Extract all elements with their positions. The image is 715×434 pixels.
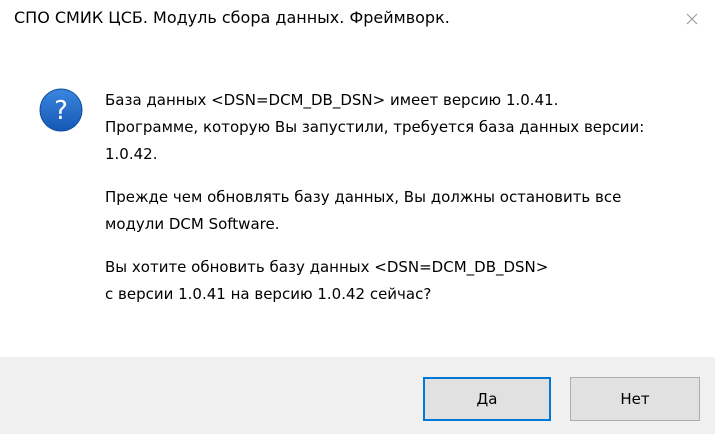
title-bar: СПО СМИК ЦСБ. Модуль сбора данных. Фрейм… — [0, 0, 715, 40]
message-text: База данных <DSN=DCM_DB_DSN> имеет верси… — [105, 87, 695, 308]
question-glyph: ? — [54, 96, 68, 126]
message-dialog: СПО СМИК ЦСБ. Модуль сбора данных. Фрейм… — [0, 0, 715, 434]
window-title: СПО СМИК ЦСБ. Модуль сбора данных. Фрейм… — [14, 8, 450, 27]
yes-button[interactable]: Да — [423, 377, 551, 421]
close-icon — [686, 13, 698, 25]
message-paragraph-stop-modules: Прежде чем обновлять базу данных, Вы дол… — [105, 188, 622, 233]
message-paragraph-version: База данных <DSN=DCM_DB_DSN> имеет верси… — [105, 91, 645, 163]
question-icon: ? — [39, 88, 83, 132]
no-button[interactable]: Нет — [570, 377, 700, 421]
message-paragraph-question: Вы хотите обновить базу данных <DSN=DCM_… — [105, 258, 549, 303]
close-button[interactable] — [669, 0, 715, 38]
